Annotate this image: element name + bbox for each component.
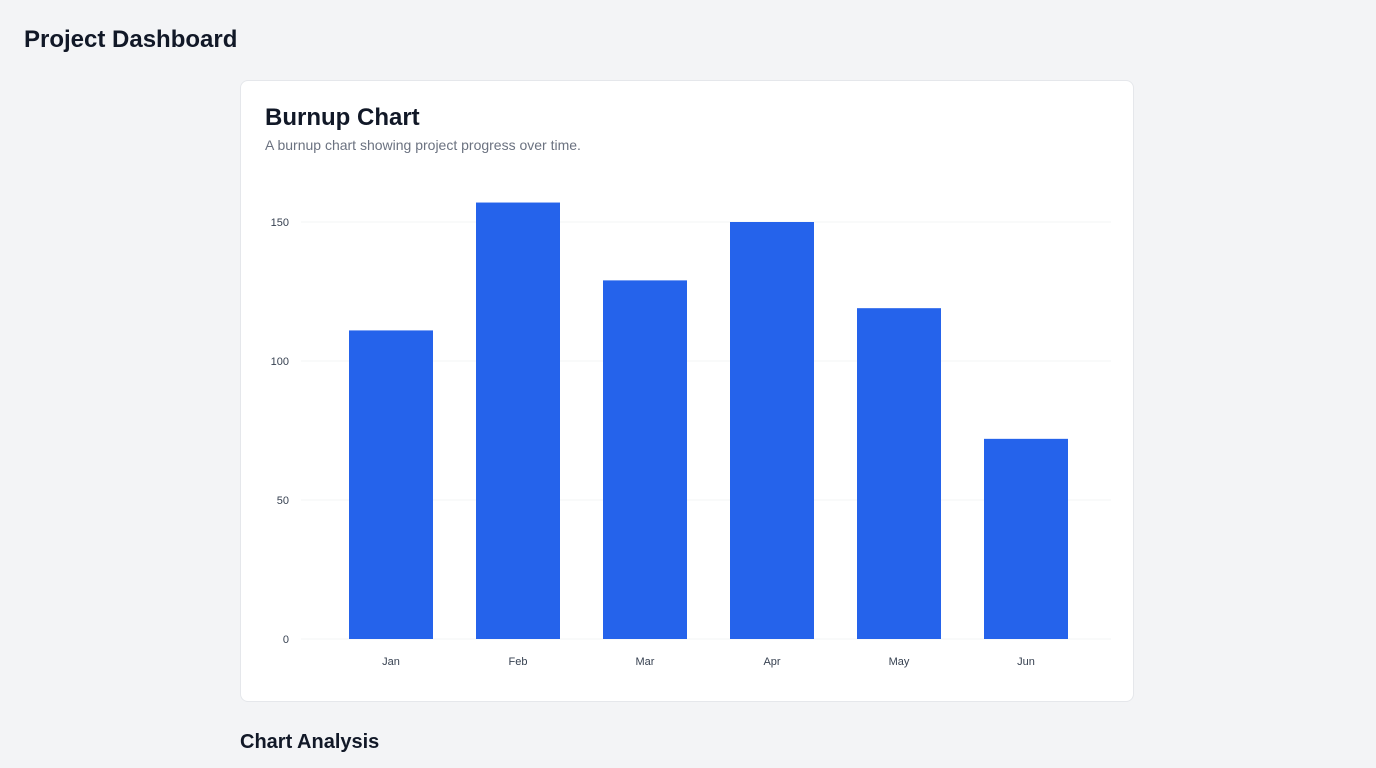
- bar-chart: 0 50 100 150 Jan Feb Mar Apr May Jun: [271, 202, 1111, 668]
- x-tick-label: Mar: [636, 656, 655, 668]
- y-tick-label: 100: [271, 356, 289, 368]
- bar-mar[interactable]: [603, 280, 687, 639]
- x-tick-label: May: [889, 656, 910, 668]
- y-tick-label: 0: [283, 634, 289, 646]
- bar-feb[interactable]: [476, 202, 560, 639]
- bar-apr[interactable]: [730, 222, 814, 639]
- x-tick-label: Apr: [763, 656, 780, 668]
- bar-jun[interactable]: [984, 438, 1068, 639]
- bar-jan[interactable]: [349, 330, 433, 639]
- burnup-chart-card: Burnup Chart A burnup chart showing proj…: [240, 80, 1134, 702]
- x-tick-label: Jan: [382, 656, 400, 668]
- y-tick-label: 150: [271, 217, 289, 229]
- x-tick-label: Jun: [1017, 656, 1035, 668]
- y-tick-label: 50: [277, 495, 289, 507]
- bar-may[interactable]: [857, 308, 941, 639]
- x-tick-label: Feb: [509, 656, 528, 668]
- page-title: Project Dashboard: [24, 26, 238, 53]
- chart-analysis-heading: Chart Analysis: [240, 731, 380, 753]
